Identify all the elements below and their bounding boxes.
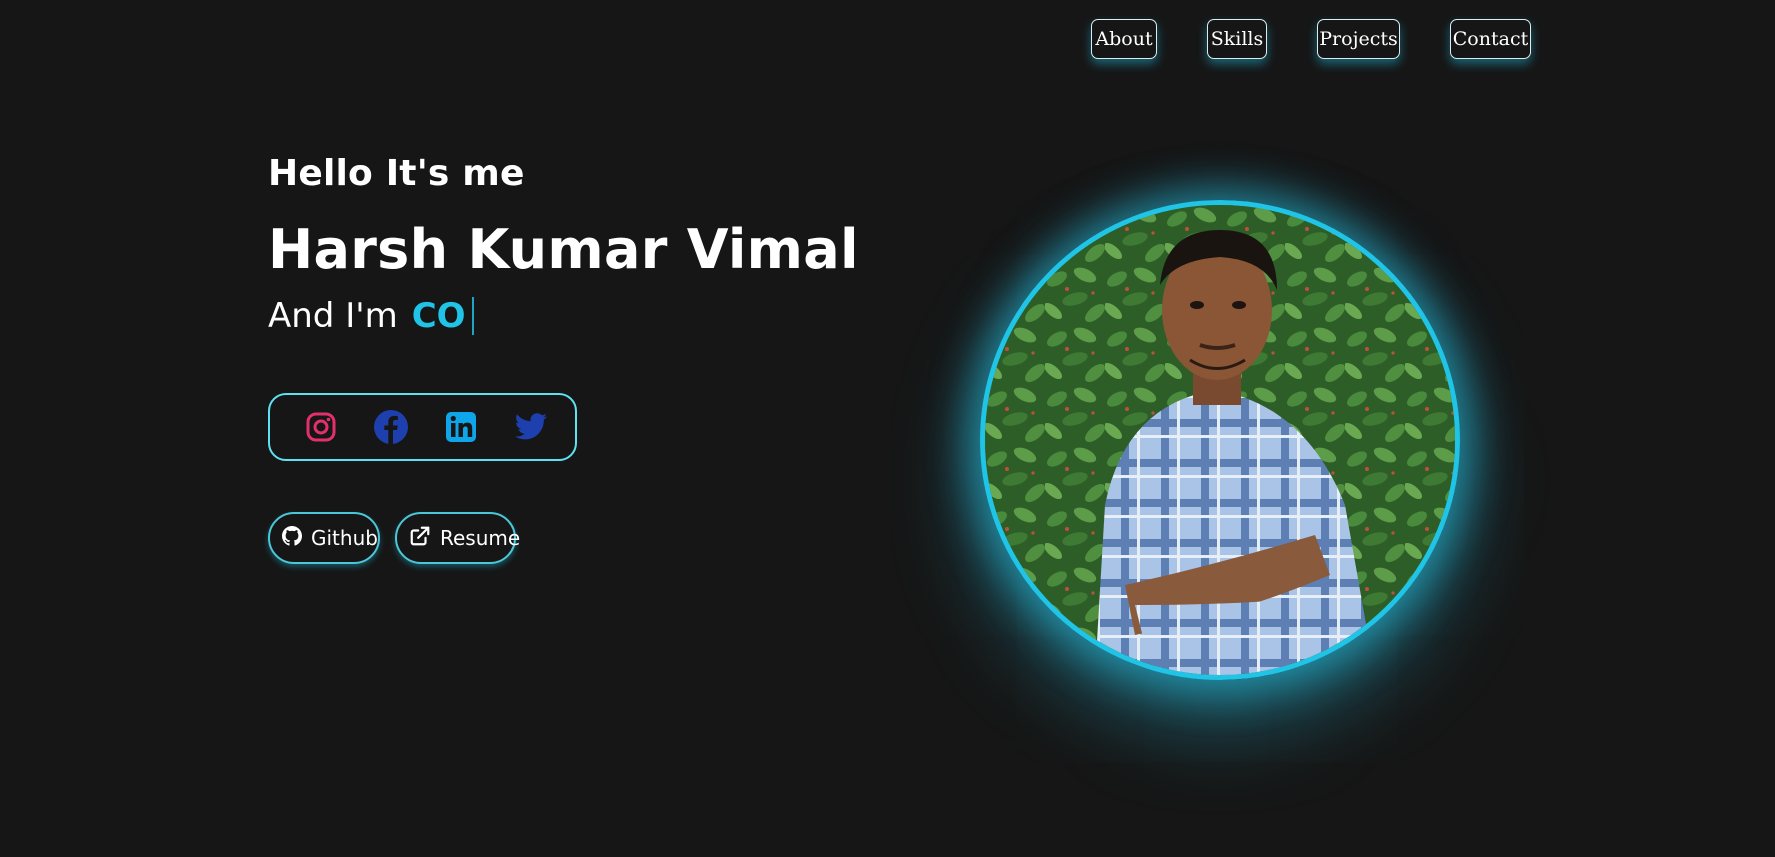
role-prefix: And I'm bbox=[268, 296, 398, 336]
instagram-icon[interactable] bbox=[302, 408, 340, 446]
external-link-icon bbox=[409, 525, 431, 552]
social-links bbox=[268, 393, 577, 461]
github-button[interactable]: Github bbox=[268, 512, 380, 564]
role-line: And I'm CO bbox=[268, 296, 474, 336]
github-label: Github bbox=[311, 526, 378, 550]
resume-label: Resume bbox=[440, 526, 521, 550]
facebook-icon[interactable] bbox=[372, 408, 410, 446]
nav-about-button[interactable]: About bbox=[1091, 19, 1157, 59]
nav-projects-button[interactable]: Projects bbox=[1317, 19, 1400, 59]
role-typed-text: CO bbox=[411, 296, 466, 336]
hero-name: Harsh Kumar Vimal bbox=[268, 218, 859, 281]
portfolio-page: About Skills Projects Contact Hello It's… bbox=[0, 0, 1775, 857]
typing-caret bbox=[471, 297, 474, 335]
nav-skills-button[interactable]: Skills bbox=[1207, 19, 1267, 59]
github-icon bbox=[282, 525, 302, 551]
resume-button[interactable]: Resume bbox=[395, 512, 520, 564]
nav-contact-button[interactable]: Contact bbox=[1450, 19, 1531, 59]
twitter-icon[interactable] bbox=[512, 408, 550, 446]
greeting-text: Hello It's me bbox=[268, 153, 525, 194]
linkedin-icon[interactable] bbox=[442, 408, 480, 446]
profile-photo bbox=[980, 200, 1460, 680]
